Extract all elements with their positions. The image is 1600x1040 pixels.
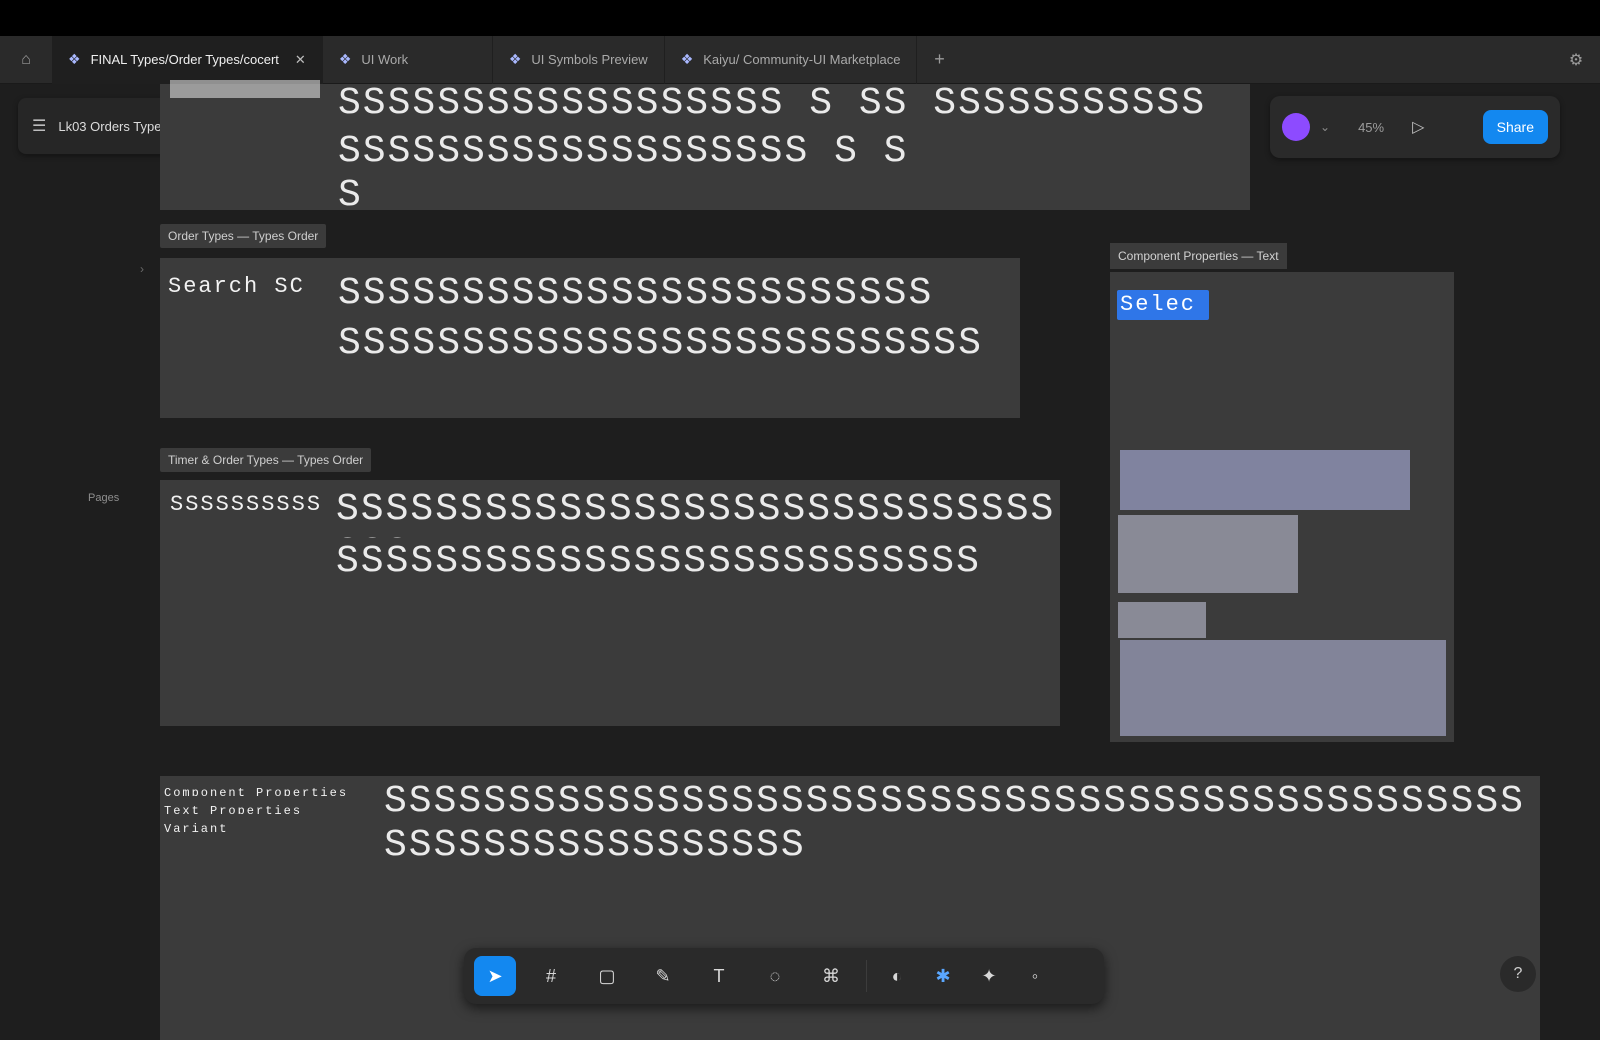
inspector-block-1 xyxy=(1120,450,1410,510)
tab-label: UI Work xyxy=(361,52,409,67)
inspector-block-3 xyxy=(1118,602,1206,638)
tab-3[interactable]: ❖ Kaiyu/ Community-UI Marketplace xyxy=(665,35,918,84)
more-icon[interactable]: ◦ xyxy=(1019,956,1051,996)
bottom-label-0: Component Properties xyxy=(164,786,349,796)
figma-icon: ❖ xyxy=(68,51,81,67)
frame-0-left-text: Search SC xyxy=(168,274,305,299)
figma-icon: ❖ xyxy=(338,51,352,67)
actions-tool-icon[interactable]: ⌘ xyxy=(810,956,852,996)
tab-2[interactable]: ❖ UI Symbols Preview xyxy=(493,35,665,84)
pen-tool-icon[interactable]: ✎ xyxy=(642,956,684,996)
inspector-selected: Selection xyxy=(1120,292,1197,317)
left-panel: › Pages xyxy=(0,84,160,1040)
figma-icon: ❖ xyxy=(680,51,694,67)
frame-0-line-1: SSSSSSSSSSSSSSSSSSSSSSSSSS xyxy=(338,322,983,365)
share-button[interactable]: Share xyxy=(1482,110,1548,144)
dev-mode-icon[interactable]: ◐ xyxy=(881,956,913,996)
frame-1-line-0: SSSSSSSSSSSSSSSSSSSSSSSSSSSSSSSS xyxy=(336,488,1056,538)
top-frame-chip xyxy=(170,80,320,98)
close-icon[interactable]: ✕ xyxy=(295,52,306,68)
inspector-block-4 xyxy=(1120,640,1446,736)
present-icon[interactable]: ▷ xyxy=(1412,117,1424,137)
help-button[interactable]: ? xyxy=(1500,956,1536,992)
frame-tool-icon[interactable]: # xyxy=(530,956,572,996)
tab-0[interactable]: ❖ FINAL Types/Order Types/cocert ✕ xyxy=(52,35,323,84)
comment-tool-icon[interactable]: ◌ xyxy=(754,956,796,996)
tab-label: FINAL Types/Order Types/cocert xyxy=(90,52,279,67)
right-toolbar: ⌄ 45% ▷ Share xyxy=(1270,96,1560,158)
figma-icon: ❖ xyxy=(508,51,522,67)
bottom-toolbar: ➤ # ▢ ✎ T ◌ ⌘ ◐ ✱ ✦ ◦ xyxy=(464,948,1104,1004)
collapse-icon[interactable]: › xyxy=(140,262,144,276)
home-icon[interactable]: ⌂ xyxy=(0,36,52,84)
divider xyxy=(866,960,867,992)
tab-label: Kaiyu/ Community-UI Marketplace xyxy=(703,52,901,67)
frame-label-0[interactable]: Order Types — Types Order xyxy=(160,224,327,248)
title-bar xyxy=(0,0,1600,36)
tab-strip: ⌂ ❖ FINAL Types/Order Types/cocert ✕ ❖ U… xyxy=(0,35,1600,84)
menu-icon[interactable]: ☰ xyxy=(32,116,46,136)
inspector-block-2 xyxy=(1118,515,1298,593)
pages-label: Pages xyxy=(88,492,120,504)
top-frame-line-0: SSSSSSSSSSSSSSSSSS S SS SSSSSSSSSSSSSSSS… xyxy=(338,82,1207,125)
move-tool-icon[interactable]: ➤ xyxy=(474,956,516,996)
bottom-label-2: Variant xyxy=(164,822,229,832)
chevron-down-icon[interactable]: ⌄ xyxy=(1320,120,1330,134)
plugin-icon[interactable]: ✦ xyxy=(973,956,1005,996)
tab-1[interactable]: ❖ UI Work xyxy=(323,35,493,84)
frame-0-line-0: SSSSSSSSSSSSSSSSSSSSSSSS xyxy=(338,272,934,315)
frame-label-1[interactable]: Timer & Order Types — Types Order xyxy=(160,448,372,472)
bottom-label-1: Text Properties xyxy=(164,804,303,814)
zoom-level[interactable]: 45% xyxy=(1358,120,1384,135)
top-frame-line-1: SSSSSSSSSSSSSSSSSSS S SS xyxy=(338,130,909,206)
add-tab-button[interactable]: + xyxy=(917,36,961,84)
text-tool-icon[interactable]: T xyxy=(698,956,740,996)
inspector-title: Component Properties — Text xyxy=(1110,243,1287,269)
ai-icon[interactable]: ✱ xyxy=(927,956,959,996)
settings-icon[interactable]: ⚙ xyxy=(1552,36,1600,84)
shape-tool-icon[interactable]: ▢ xyxy=(586,956,628,996)
tab-label: UI Symbols Preview xyxy=(531,52,648,67)
avatar[interactable] xyxy=(1282,113,1310,141)
frame-1-left-text: SSSSSSSSSS xyxy=(170,492,323,517)
frame-1-line-1: SSSSSSSSSSSSSSSSSSSSSSSSSS xyxy=(336,540,981,583)
